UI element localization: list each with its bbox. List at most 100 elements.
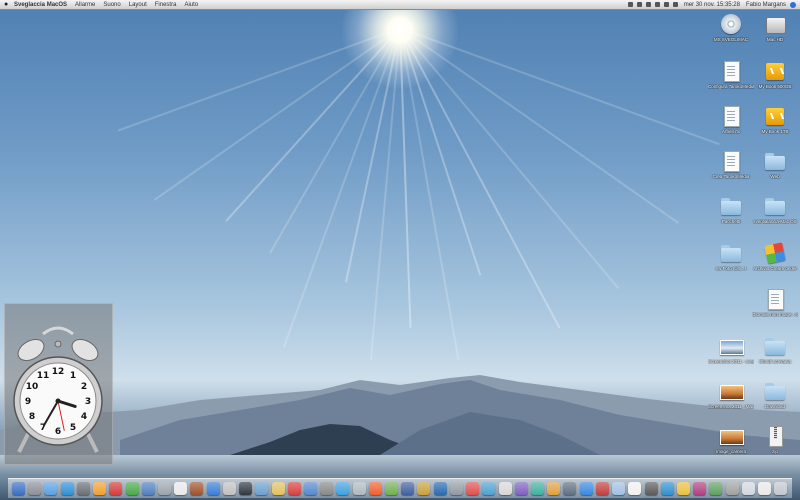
dock-app-icon[interactable] (482, 482, 496, 495)
clock-numeral: 10 (26, 382, 39, 392)
dock-app-icon[interactable] (320, 482, 334, 495)
dock-app-icon[interactable] (141, 482, 155, 495)
dock-app-icon[interactable] (547, 482, 561, 495)
menu-bar: ● Sveglaccia MacOS Allarme Suono Layout … (0, 0, 800, 10)
menu-finestra[interactable]: Finestra (155, 2, 177, 8)
desktop-icon[interactable]: Mac HD (752, 13, 798, 42)
spotlight-icon[interactable] (790, 1, 796, 8)
desktop-icon[interactable]: Sfondi scrivania (752, 335, 798, 364)
desktop-icon[interactable]: zip (752, 425, 798, 454)
dock-app-icon[interactable] (563, 482, 577, 495)
dock-app-icon[interactable] (612, 482, 626, 495)
dock-app-icon[interactable] (644, 482, 658, 495)
desktop-icon[interactable]: Arbeit.rtx (708, 105, 754, 134)
desktop-icon[interactable]: Web (752, 150, 798, 179)
dock-app-icon[interactable] (60, 482, 74, 495)
dock-app-icon[interactable] (368, 482, 382, 495)
alarm-clock-widget[interactable]: 12 1 2 3 4 5 6 7 8 9 10 11 (4, 303, 113, 465)
wifi-icon[interactable] (654, 2, 660, 7)
desktop-icon-label: Archivio Creare under (753, 266, 797, 271)
dock-app-icon[interactable] (660, 482, 674, 495)
dock-app-icon[interactable] (433, 482, 447, 495)
desktop-icon[interactable]: Image_camera (708, 425, 754, 454)
desktop-icon[interactable]: sveglialaccia-Mac OS (752, 195, 798, 224)
dock-app-icon[interactable] (498, 482, 512, 495)
dock-app-icon[interactable] (255, 482, 269, 495)
desktop-icon[interactable]: Download (752, 380, 798, 409)
menu-clock[interactable]: mer 30 nov. 15:35:28 (684, 2, 740, 8)
dock-app-icon[interactable] (271, 482, 285, 495)
dock-app-icon[interactable] (741, 482, 755, 495)
photo-icon (720, 425, 744, 447)
desktop-icon[interactable]: Pacchetti (708, 195, 754, 224)
dock-app-icon[interactable] (758, 482, 772, 495)
dock-app-icon[interactable] (303, 482, 317, 495)
document-icon (720, 105, 742, 127)
dock-app-icon[interactable] (174, 482, 188, 495)
dock-app-icon[interactable] (417, 482, 431, 495)
dock-app-icon[interactable] (449, 482, 463, 495)
desktop-icon[interactable]: Giornale.ring Image - jpeg (752, 288, 798, 317)
desktop-icon[interactable]: My Book 500GB (752, 60, 798, 89)
menu-user[interactable]: Fabio Margans (746, 2, 786, 8)
dock-app-icon[interactable] (531, 482, 544, 495)
desktop-icon-label: sw Foto (Ulti...) (715, 266, 747, 271)
desktop-icon-label: Download (764, 404, 785, 409)
desktop-icon[interactable]: Screenshot 2011 - sveglia (708, 335, 754, 364)
menu-suono[interactable]: Suono (103, 2, 120, 8)
desktop-icon[interactable]: MS SVEGLIMAC (708, 13, 754, 42)
dock-app-icon[interactable] (157, 482, 171, 495)
dock-app-icon[interactable] (628, 482, 642, 495)
menu-layout[interactable]: Layout (129, 2, 147, 8)
dock-app-icon[interactable] (579, 482, 593, 495)
alarm-clock-icon: 12 1234567891011 (13, 326, 103, 453)
dock-app-icon[interactable] (514, 482, 528, 495)
desktop-icon[interactable]: Archivio Creare under (752, 242, 798, 271)
dock-app-icon[interactable] (352, 482, 366, 495)
folder-icon (720, 195, 742, 217)
apple-menu-icon[interactable]: ● (4, 1, 10, 8)
status-icon[interactable] (627, 2, 633, 7)
menu-app-name[interactable]: Sveglaccia MacOS (14, 2, 67, 8)
dock-app-icon[interactable] (12, 482, 25, 495)
dock-app-icon[interactable] (709, 482, 723, 495)
dock-app-icon[interactable] (385, 482, 399, 495)
document-icon (764, 288, 786, 310)
dock-app-icon[interactable] (725, 482, 739, 495)
dock-app-icon[interactable] (28, 482, 42, 495)
dock-app-icon[interactable] (93, 482, 107, 495)
menu-allarme[interactable]: Allarme (75, 2, 95, 8)
dock-app-icon[interactable] (401, 482, 415, 495)
dock-app-icon[interactable] (239, 482, 253, 495)
hard-drive-icon (764, 13, 786, 35)
desktop-icon[interactable]: Configura TarokoMedia (708, 60, 754, 89)
dock-app-icon[interactable] (693, 482, 707, 495)
dock-app-icon[interactable] (206, 482, 220, 495)
desktop-icon-label: My Book 1TB (761, 129, 789, 134)
dock-app-icon[interactable] (222, 482, 236, 495)
dock-app-icon[interactable] (109, 482, 123, 495)
folder-icon (720, 242, 742, 264)
dock-app-icon[interactable] (44, 482, 58, 495)
menu-aiuto[interactable]: Aiuto (184, 2, 198, 8)
dock-app-icon[interactable] (466, 482, 480, 495)
status-icon[interactable] (636, 2, 642, 7)
dock-app-icon[interactable] (190, 482, 204, 495)
dock-app-icon[interactable] (336, 482, 350, 495)
clock-numeral: 5 (70, 423, 76, 433)
dock (8, 478, 792, 498)
desktop-icon-label: Crea TarokoMedia (712, 174, 750, 179)
battery-icon[interactable] (672, 2, 678, 7)
desktop-icon[interactable]: Screenshot 2011 - MacOS (708, 380, 754, 409)
dock-app-icon[interactable] (595, 482, 609, 495)
dock-app-icon[interactable] (676, 482, 690, 495)
desktop-icon[interactable]: My Book 1TB (752, 105, 798, 134)
volume-icon[interactable] (663, 2, 669, 7)
dock-app-icon[interactable] (125, 482, 139, 495)
desktop-icon[interactable]: sw Foto (Ulti...) (708, 242, 754, 271)
dock-app-icon[interactable] (287, 482, 301, 495)
desktop-icon[interactable]: Crea TarokoMedia (708, 150, 754, 179)
dock-app-icon[interactable] (774, 482, 788, 495)
status-icon[interactable] (645, 2, 651, 7)
dock-app-icon[interactable] (76, 482, 90, 495)
